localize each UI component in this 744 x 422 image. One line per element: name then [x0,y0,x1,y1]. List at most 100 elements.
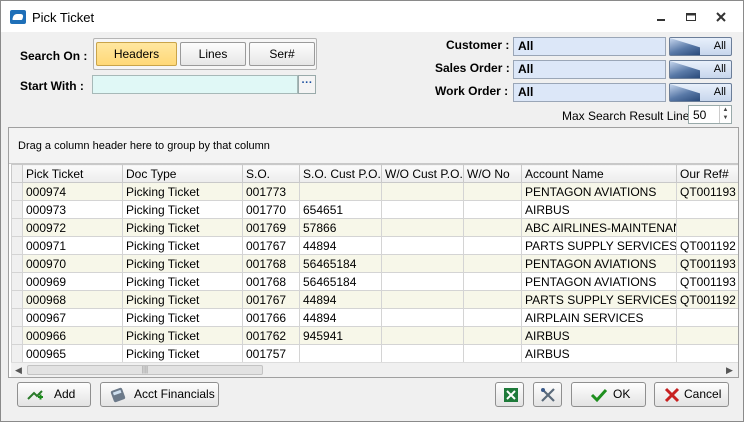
app-icon [10,10,26,24]
table-cell [463,308,522,327]
table-cell [463,218,522,237]
table-row[interactable]: 000969 Picking Ticket 001768 56465184 PENTAG… [11,272,738,291]
table-cell: 56465184 [299,254,382,273]
table-cell: 001757 [242,344,300,362]
col-header-account-name[interactable]: Account Name [521,164,677,183]
table-cell: 001768 [242,272,300,291]
checkmark-icon [590,388,608,403]
table-cell [463,272,522,291]
col-header-so-cust-po[interactable]: S.O. Cust P.O. [299,164,382,183]
table-row[interactable]: 000965 Picking Ticket 001757 AIRBUS [11,344,738,362]
table-cell [381,308,464,327]
table-cell: 000971 [22,236,123,255]
table-cell: Picking Ticket [122,254,243,273]
table-cell [299,182,382,201]
maximize-icon[interactable] [684,10,698,24]
table-cell [463,236,522,255]
customer-field[interactable]: All [513,37,666,56]
minimize-icon[interactable] [654,10,668,24]
table-cell: 000972 [22,218,123,237]
col-header-doc-type[interactable]: Doc Type [122,164,243,183]
table-row[interactable]: 000973 Picking Ticket 001770 654651 AIRBUS [11,200,738,219]
browse-button[interactable]: ··· [298,75,316,94]
close-icon[interactable] [714,10,728,24]
col-header-wo-cust-po[interactable]: W/O Cust P.O. [381,164,464,183]
col-header-so[interactable]: S.O. [242,164,300,183]
results-grid: Drag a column header here to group by th… [8,127,739,378]
scroll-left-icon[interactable]: ◀ [15,365,22,376]
col-header-pick-ticket[interactable]: Pick Ticket [22,164,123,183]
table-cell: 44894 [299,308,382,327]
table-cell: AIRBUS [521,344,677,362]
table-cell [381,218,464,237]
table-cell: 001773 [242,182,300,201]
tools-button[interactable] [533,382,562,407]
row-indicator[interactable] [11,182,23,201]
table-cell: 000966 [22,326,123,345]
max-lines-stepper[interactable]: 50 ▲ ▼ [688,105,732,124]
table-cell: QT001193 [676,272,738,291]
table-cell: 57866 [299,218,382,237]
table-cell: Picking Ticket [122,236,243,255]
table-cell [463,290,522,309]
acct-financials-button[interactable]: Acct Financials [100,382,219,407]
row-indicator-header [11,164,23,183]
ok-button[interactable]: OK [571,382,646,407]
scroll-right-icon[interactable]: ▶ [726,365,733,376]
table-row[interactable]: 000967 Picking Ticket 001766 44894 AIRPLAIN … [11,308,738,327]
table-cell [676,344,738,362]
calculator-icon [110,387,126,403]
search-on-label: Search On : [20,49,88,63]
start-with-input[interactable] [92,75,298,94]
row-indicator[interactable] [11,218,23,237]
stepper-arrows-icon[interactable]: ▲ ▼ [719,106,731,123]
window-title: Pick Ticket [32,10,95,25]
table-row[interactable]: 000971 Picking Ticket 001767 44894 PARTS SUP… [11,236,738,255]
mode-lines-button[interactable]: Lines [180,42,246,66]
row-indicator[interactable] [11,254,23,273]
table-cell: 44894 [299,290,382,309]
row-indicator[interactable] [11,236,23,255]
mode-headers-button[interactable]: Headers [96,42,177,66]
table-row[interactable]: 000970 Picking Ticket 001768 56465184 PENTAG… [11,254,738,273]
row-indicator[interactable] [11,200,23,219]
row-indicator[interactable] [11,326,23,345]
table-cell [381,200,464,219]
table-row[interactable]: 000974 Picking Ticket 001773 PENTAGON AVIAT… [11,182,738,201]
table-cell: 000973 [22,200,123,219]
table-cell: QT001193 [676,254,738,273]
horizontal-scrollbar[interactable]: ◀ ||| ▶ [11,362,738,377]
customer-all-button[interactable]: All [669,37,732,56]
table-cell: Picking Ticket [122,344,243,362]
table-cell: 000969 [22,272,123,291]
table-row[interactable]: 000966 Picking Ticket 001762 945941 AIRBUS [11,326,738,345]
sales-order-field[interactable]: All [513,60,666,79]
grid-body: Pick Ticket Doc Type S.O. S.O. Cust P.O.… [11,164,738,362]
sales-order-all-button[interactable]: All [669,60,732,79]
cancel-button[interactable]: Cancel [654,382,729,407]
col-header-wo-no[interactable]: W/O No [463,164,522,183]
table-row[interactable]: 000968 Picking Ticket 001767 44894 PARTS SUP… [11,290,738,309]
table-cell [463,200,522,219]
group-by-panel[interactable]: Drag a column header here to group by th… [9,128,738,164]
table-cell: AIRBUS [521,200,677,219]
mode-serial-button[interactable]: Ser# [249,42,315,66]
tools-icon [541,388,555,402]
table-row[interactable]: 000972 Picking Ticket 001769 57866 ABC AIRLI… [11,218,738,237]
work-order-field[interactable]: All [513,83,666,102]
scroll-thumb[interactable]: ||| [27,365,263,375]
table-cell: Picking Ticket [122,308,243,327]
row-indicator[interactable] [11,308,23,327]
col-header-our-ref[interactable]: Our Ref# [676,164,738,183]
row-indicator[interactable] [11,290,23,309]
table-cell: 56465184 [299,272,382,291]
table-cell: 001768 [242,254,300,273]
work-order-all-button[interactable]: All [669,83,732,102]
add-button[interactable]: Add [17,382,91,407]
sales-order-label: Sales Order : [435,61,510,75]
export-excel-button[interactable] [495,382,524,407]
row-indicator[interactable] [11,272,23,291]
row-indicator[interactable] [11,344,23,362]
table-cell: 44894 [299,236,382,255]
search-mode-selector: Headers Lines Ser# [93,38,317,70]
